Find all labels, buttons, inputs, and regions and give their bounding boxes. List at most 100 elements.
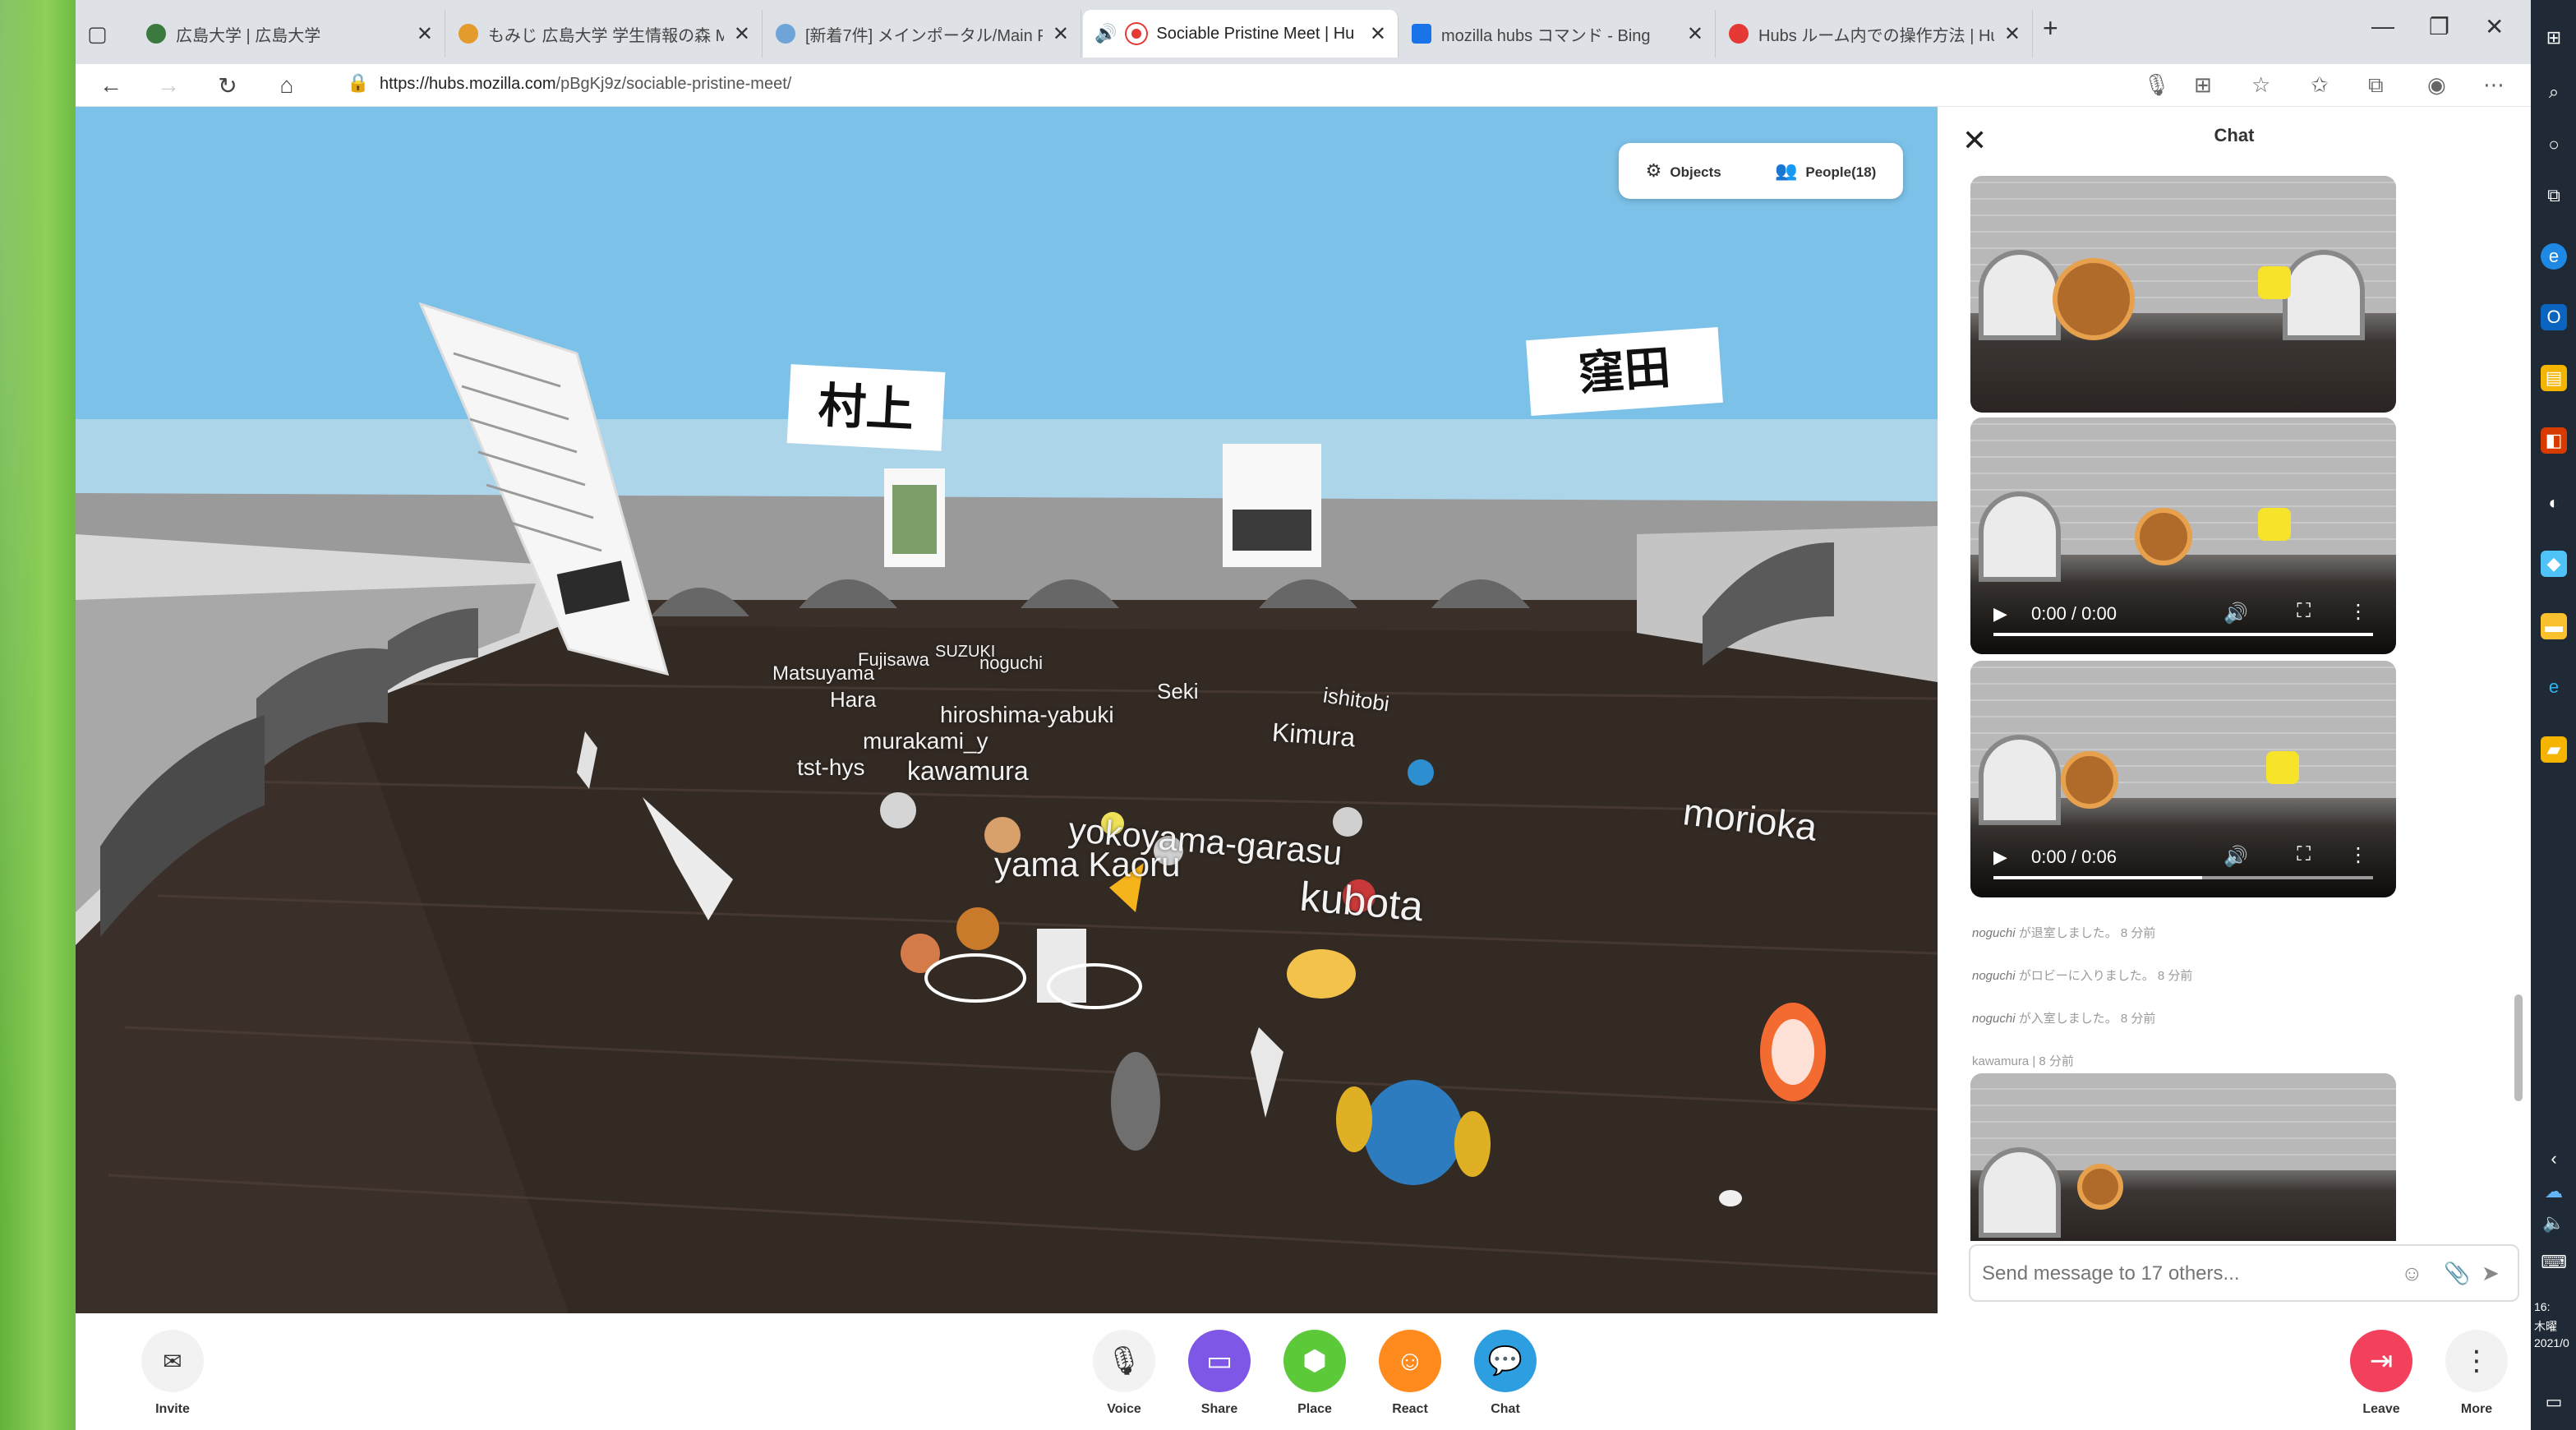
folder-icon[interactable]: ▰ [2541, 736, 2567, 763]
add-favorite-icon[interactable]: ☆ [2251, 72, 2270, 98]
play-icon[interactable]: ▶ [1993, 603, 2007, 625]
microphone-icon[interactable]: 🎙 [2143, 72, 2170, 98]
settings-more-icon[interactable]: ⋯ [2483, 72, 2505, 98]
place-button[interactable]: ⬢ Place [1274, 1330, 1356, 1417]
nametag[interactable]: hiroshima-yabuki [940, 702, 1114, 728]
nametag[interactable]: Seki [1157, 679, 1199, 704]
sticky-notes-icon[interactable]: ▬ [2541, 613, 2567, 639]
close-window-button[interactable]: ✕ [2485, 13, 2504, 40]
collections-icon[interactable]: ⧉ [2368, 72, 2384, 99]
hubs-3d-scene[interactable]: ⚙ Objects 👥 People(18) 村上 窪田 Matsuyama Fuj… [76, 107, 1938, 1313]
nametag[interactable]: noguchi [979, 653, 1043, 674]
office-icon[interactable]: ◧ [2541, 427, 2567, 454]
volume-icon[interactable]: 🔊 [2223, 602, 2248, 625]
volume-icon[interactable]: 🔊 [2223, 845, 2248, 869]
chat-scrollbar[interactable] [2514, 173, 2523, 1225]
people-button[interactable]: 👥 People(18) [1775, 160, 1876, 182]
play-icon[interactable]: ▶ [1993, 846, 2007, 868]
show-hidden-icons-icon[interactable]: ‹ [2541, 1146, 2567, 1172]
forward-button[interactable]: → [151, 69, 186, 102]
outlook-icon[interactable]: O [2541, 304, 2567, 330]
notifications-icon[interactable]: ▭ [2541, 1389, 2567, 1415]
keyboard-icon[interactable]: ⌨ [2541, 1249, 2567, 1275]
system-message: noguchi がロビーに入りました。 8 分前 [1972, 966, 2192, 984]
video-progress-bar[interactable] [1993, 633, 2373, 636]
tab-bing[interactable]: mozilla hubs コマンド - Bing ✕ [1400, 10, 1716, 58]
close-tab-icon[interactable]: ✕ [1053, 22, 1069, 46]
close-tab-icon[interactable]: ✕ [1687, 22, 1703, 46]
url-field[interactable]: https://hubs.mozilla.com/pBgKj9z/sociabl… [380, 75, 791, 94]
tab-actions-button[interactable]: ▢ [76, 10, 125, 58]
desktop-wallpaper [0, 0, 76, 1430]
back-button[interactable]: ← [94, 69, 128, 102]
nametag[interactable]: tst-hys [797, 754, 864, 781]
more-options-icon[interactable]: ⋮ [2348, 843, 2368, 867]
fullscreen-icon[interactable]: ⛶ [2297, 843, 2311, 866]
send-icon[interactable]: ➤ [2482, 1261, 2500, 1286]
thumb-duck [2266, 751, 2299, 784]
more-options-icon[interactable]: ⋮ [2348, 600, 2368, 624]
message-sender: kawamura | 8 分前 [1972, 1054, 2074, 1068]
leave-button[interactable]: ⇥ Leave [2340, 1330, 2422, 1417]
onedrive-icon[interactable]: ☁ [2541, 1179, 2567, 1205]
voice-button[interactable]: 🎙 Voice [1083, 1330, 1165, 1417]
react-button[interactable]: ☺ React [1369, 1330, 1451, 1417]
app-icon[interactable]: ◆ [2541, 551, 2567, 577]
nametag[interactable]: murakami_y [863, 728, 988, 754]
close-tab-icon[interactable]: ✕ [417, 22, 433, 46]
thumb-avatar [2061, 751, 2118, 809]
invite-button[interactable]: ✉ Invite [131, 1330, 214, 1417]
edge-browser-icon[interactable]: e [2541, 243, 2567, 270]
app-icon[interactable]: ◐ [2541, 490, 2567, 516]
file-explorer-icon[interactable]: ▤ [2541, 365, 2567, 391]
chat-video-1[interactable]: ▶ 0:00 / 0:00 🔊 ⛶ ⋮ [1970, 417, 2396, 654]
tab-hubs-guide[interactable]: Hubs ルーム内での操作方法 | Hub ✕ [1717, 10, 2033, 58]
chat-message-input[interactable] [1982, 1257, 2376, 1290]
nametag[interactable]: kawamura [907, 756, 1029, 786]
favorites-icon[interactable]: ✩ [2311, 72, 2329, 98]
home-button[interactable]: ⌂ [270, 69, 304, 102]
minimize-button[interactable]: — [2371, 13, 2394, 39]
tab-hiroshima-univ[interactable]: 広島大学 | 広島大学 ✕ [135, 10, 445, 58]
close-tab-icon[interactable]: ✕ [1370, 22, 1386, 46]
chat-video-2[interactable]: ▶ 0:00 / 0:06 🔊 ⛶ ⋮ [1970, 661, 2396, 897]
close-tab-icon[interactable]: ✕ [734, 22, 750, 46]
chat-button[interactable]: 💬 Chat [1464, 1330, 1546, 1417]
chat-scrollbar-thumb[interactable] [2514, 994, 2523, 1101]
nametag[interactable]: yama Kaoru [994, 845, 1180, 884]
reader-view-icon[interactable]: ⊞ [2194, 72, 2212, 98]
volume-icon[interactable]: 🔈 [2541, 1210, 2567, 1236]
lock-icon[interactable]: 🔒 [347, 72, 369, 94]
chat-image-thumbnail[interactable] [1970, 1073, 2396, 1241]
emoji-icon[interactable]: ☺ [2401, 1261, 2423, 1286]
new-tab-button[interactable]: + [2043, 13, 2058, 44]
tab-main-portal[interactable]: [新着7件] メインポータル/Main Por ✕ [764, 10, 1081, 58]
tab-momiji[interactable]: もみじ 広島大学 学生情報の森 M ✕ [447, 10, 763, 58]
task-view-icon[interactable]: ⧉ [2541, 182, 2567, 209]
clock-time[interactable]: 16: [2534, 1300, 2550, 1313]
more-button[interactable]: ⋮ More [2435, 1330, 2518, 1417]
share-button[interactable]: ▭ Share [1178, 1330, 1260, 1417]
reload-button[interactable]: ↻ [210, 69, 245, 102]
attach-icon[interactable]: 📎 [2444, 1261, 2470, 1286]
nametag[interactable]: Hara [830, 687, 876, 713]
video-progress-bar[interactable] [1993, 876, 2373, 879]
clock-day[interactable]: 木曜 [2534, 1318, 2557, 1335]
sign-kubota: 窪田 [1526, 326, 1723, 417]
fullscreen-icon[interactable]: ⛶ [2297, 600, 2311, 623]
search-icon[interactable]: ⌕ [2541, 79, 2567, 105]
windows-start-icon[interactable]: ⊞ [2541, 25, 2567, 51]
restore-button[interactable]: ❐ [2429, 13, 2449, 40]
tab-hubs-active[interactable]: 🔊 Sociable Pristine Meet | Hu ✕ [1083, 10, 1399, 58]
chat-image-thumbnail[interactable] [1970, 176, 2396, 413]
cortana-icon[interactable]: ○ [2541, 131, 2567, 158]
nametag[interactable]: Kimura [1271, 717, 1357, 754]
clock-date[interactable]: 2021/0 [2534, 1336, 2569, 1349]
nametag[interactable]: Fujisawa [858, 649, 929, 671]
internet-explorer-icon[interactable]: e [2541, 674, 2567, 700]
profile-avatar-icon[interactable]: ◉ [2427, 72, 2446, 98]
favicon-icon [459, 24, 478, 44]
sign-murakami: 村上 [786, 364, 946, 451]
objects-button[interactable]: ⚙ Objects [1646, 160, 1721, 182]
close-tab-icon[interactable]: ✕ [2004, 22, 2021, 46]
